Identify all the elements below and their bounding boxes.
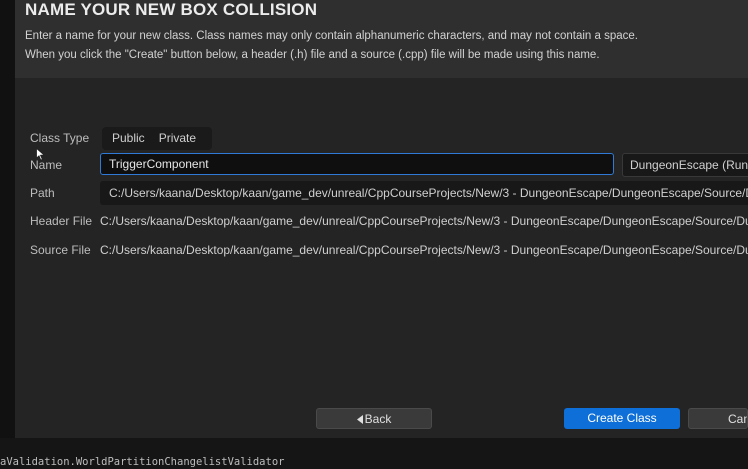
- dialog-header: NAME YOUR NEW BOX COLLISION Enter a name…: [15, 0, 748, 78]
- path-label: Path: [30, 186, 55, 200]
- header-file-label: Header File: [30, 214, 93, 228]
- class-name-input[interactable]: TriggerComponent: [100, 153, 614, 175]
- dialog-title: NAME YOUR NEW BOX COLLISION: [25, 0, 318, 19]
- class-type-public-option[interactable]: Public: [102, 127, 155, 150]
- class-type-private-option[interactable]: Private: [155, 127, 206, 150]
- output-log-line: aValidation.WorldPartitionChangelistVali…: [0, 455, 748, 469]
- new-class-dialog: NAME YOUR NEW BOX COLLISION Enter a name…: [15, 0, 748, 438]
- chevron-left-icon: [356, 415, 363, 424]
- dialog-description-line-2: When you click the "Create" button below…: [25, 49, 600, 61]
- dialog-description-line-1: Enter a name for your new class. Class n…: [25, 30, 638, 42]
- class-type-selector: Public Private: [102, 127, 212, 150]
- cancel-button[interactable]: Cancel: [688, 408, 748, 429]
- source-file-value: C:/Users/kaana/Desktop/kaan/game_dev/unr…: [100, 243, 748, 257]
- background-strip: [0, 0, 15, 438]
- mouse-cursor-icon: [36, 146, 46, 165]
- path-input[interactable]: C:/Users/kaana/Desktop/kaan/game_dev/unr…: [100, 181, 748, 205]
- name-label: Name: [30, 158, 63, 172]
- back-button[interactable]: Back: [316, 408, 432, 429]
- class-type-label: Class Type: [30, 131, 90, 145]
- create-class-button[interactable]: Create Class: [564, 408, 680, 429]
- back-button-label: Back: [364, 412, 392, 426]
- header-file-value: C:/Users/kaana/Desktop/kaan/game_dev/unr…: [100, 214, 748, 228]
- source-file-label: Source File: [30, 243, 91, 257]
- module-dropdown[interactable]: DungeonEscape (Runtime): [622, 153, 748, 177]
